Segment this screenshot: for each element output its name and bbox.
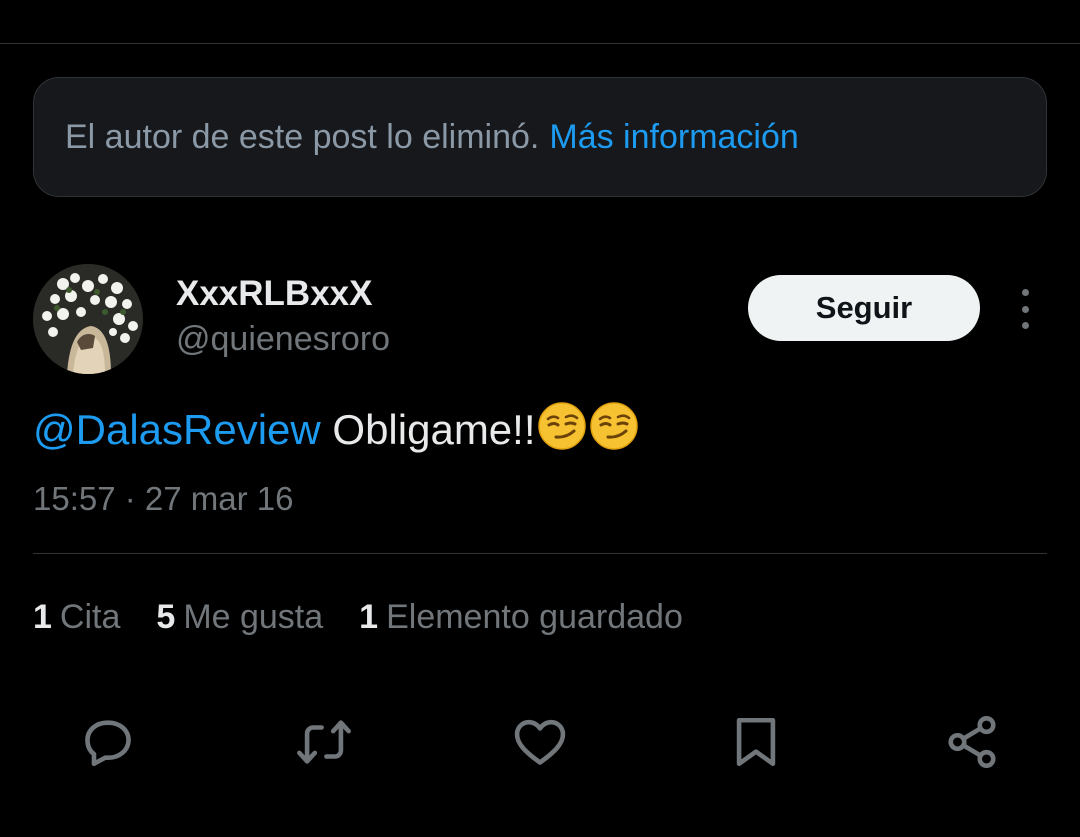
post-mention-link[interactable]: @DalasReview (33, 406, 321, 453)
quotes-label: Cita (59, 598, 121, 636)
bookmarks-label: Elemento guardado (386, 598, 683, 636)
bookmark-icon[interactable] (724, 710, 788, 774)
avatar[interactable] (33, 264, 143, 374)
deleted-post-notice: El autor de este post lo eliminó. Más in… (33, 77, 1047, 197)
quotes-stat[interactable]: 1 Cita (33, 598, 120, 637)
post-stats: 1 Cita 5 Me gusta 1 Elemento guardado (33, 598, 719, 637)
likes-stat[interactable]: 5 Me gusta (156, 598, 323, 637)
more-info-link[interactable]: Más información (549, 120, 798, 154)
author-display-name[interactable]: XxxRLBxxX (176, 274, 372, 314)
likes-count: 5 (156, 598, 176, 636)
action-bar (0, 710, 1080, 774)
more-dot (1021, 289, 1029, 296)
retweet-icon[interactable] (292, 710, 356, 774)
post-text: @DalasReview Obligame!! (33, 400, 640, 458)
quotes-count: 1 (33, 598, 52, 636)
more-options-icon[interactable] (1008, 289, 1042, 329)
top-divider (0, 43, 1080, 44)
smirk-emoji-icon (536, 400, 588, 452)
smirk-emoji-icon (588, 400, 640, 452)
bookmarks-count: 1 (359, 598, 379, 636)
more-dot (1021, 322, 1029, 329)
likes-label: Me gusta (183, 598, 324, 636)
post-body: Obligame!! (332, 406, 536, 453)
more-dot (1021, 305, 1029, 313)
author-handle[interactable]: @quienesroro (176, 320, 390, 359)
share-icon[interactable] (940, 710, 1004, 774)
follow-button[interactable]: Seguir (748, 275, 980, 341)
reply-icon[interactable] (76, 710, 140, 774)
bookmarks-stat[interactable]: 1 Elemento guardado (359, 598, 683, 637)
stats-divider (33, 553, 1047, 554)
post-detail-view: El autor de este post lo eliminó. Más in… (0, 0, 1080, 837)
deleted-notice-text: El autor de este post lo eliminó. (65, 118, 540, 156)
avatar-image (33, 264, 143, 374)
like-icon[interactable] (508, 710, 572, 774)
post-timestamp[interactable]: 15:57 · 27 mar 16 (33, 480, 294, 518)
